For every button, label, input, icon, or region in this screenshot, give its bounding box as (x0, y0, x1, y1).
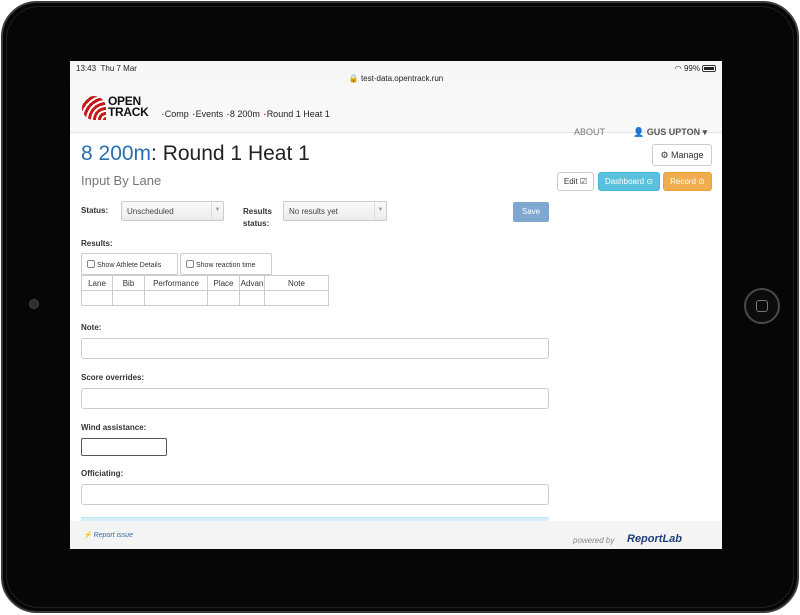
camera (29, 299, 39, 309)
status-right: ◠ 99% (675, 64, 700, 73)
opentrack-logo-icon[interactable] (82, 96, 106, 120)
url-bar[interactable]: 🔒 test-data.opentrack.run (70, 74, 722, 83)
report-issue-link[interactable]: ⚡ Report issue (83, 531, 133, 539)
caret-down-icon: ▾ (702, 127, 708, 137)
user-name: GUS UPTON (646, 127, 701, 137)
event-link[interactable]: 8 200m (81, 142, 151, 165)
cell-note[interactable] (264, 290, 329, 306)
report-issue-label: Report issue (93, 532, 133, 539)
dashboard-label: Dashboard (604, 177, 645, 186)
checkbox-icon[interactable] (87, 260, 95, 268)
home-button[interactable] (744, 288, 780, 324)
edit-button[interactable]: Edit ☑ (557, 172, 594, 191)
record-button[interactable]: Record ⊙ (663, 172, 712, 191)
manage-button[interactable]: ⚙ Manage (652, 144, 712, 166)
save-button[interactable]: Save (513, 202, 549, 222)
status-time-date: 13:43 Thu 7 Mar (76, 64, 137, 73)
col-bib: Bib (112, 275, 145, 291)
status-select[interactable]: Unscheduled ▼ (121, 201, 224, 221)
status-label: Status: (81, 206, 109, 215)
results-status-select[interactable]: No results yet ▼ (283, 201, 387, 221)
edit-icon: ☑ (579, 177, 588, 186)
score-overrides-field[interactable] (81, 388, 549, 409)
wifi-icon: ◠ (674, 64, 682, 73)
results-status-value: No results yet (289, 207, 338, 216)
table-header-row: Lane Bib Performance Place Advan Note (81, 275, 329, 291)
home-square-icon (756, 300, 768, 312)
manage-label: Manage (671, 150, 704, 160)
page-subtitle: Input By Lane (81, 173, 162, 188)
user-menu[interactable]: 👤 GUS UPTON ▾ (633, 127, 707, 138)
logo-text[interactable]: OPEN TRACK (108, 95, 149, 119)
breadcrumb-event[interactable]: 8 200m (227, 109, 260, 119)
status-date: Thu 7 Mar (100, 64, 137, 73)
cell-advance[interactable] (239, 290, 265, 306)
battery-percent: 99% (683, 64, 700, 73)
reportlab-logo[interactable]: ReportLab (627, 533, 682, 545)
wind-assistance-input[interactable] (81, 438, 167, 456)
table-row (81, 290, 329, 306)
status-value: Unscheduled (127, 207, 174, 216)
checkbox-icon[interactable] (186, 260, 194, 268)
record-label: Record (670, 177, 696, 186)
col-lane: Lane (81, 275, 113, 291)
officiating-label: Officiating: (81, 469, 124, 478)
footer: ⚡ Report issue powered by ReportLab (70, 521, 722, 549)
cell-performance[interactable] (144, 290, 208, 306)
cell-place[interactable] (207, 290, 240, 306)
results-label: Results: (81, 239, 113, 248)
url-text: test-data.opentrack.run (360, 74, 444, 83)
breadcrumb-events[interactable]: Events (193, 109, 223, 119)
wind-label: Wind assistance: (81, 423, 147, 432)
col-note: Note (264, 275, 329, 291)
cell-lane[interactable] (81, 290, 113, 306)
logo-line2: TRACK (108, 105, 149, 119)
circle-arrow-icon: ⊙ (698, 177, 705, 186)
score-overrides-label: Score overrides: (81, 373, 145, 382)
battery-icon (702, 65, 716, 72)
show-reaction-time-label: Show reaction time (196, 262, 256, 269)
results-table: Lane Bib Performance Place Advan Note (81, 275, 329, 306)
show-athlete-details-label: Show Athlete Details (97, 262, 162, 269)
results-status-label-1: Results (243, 207, 272, 216)
results-status-label: Results status: (243, 206, 272, 230)
show-reaction-time-toggle[interactable]: Show reaction time (180, 253, 272, 275)
results-status-label-2: status: (243, 219, 270, 228)
bolt-icon: ⚡ (83, 532, 92, 539)
col-advance: Advan (239, 275, 265, 291)
col-performance: Performance (144, 275, 208, 291)
page-title: 8 200m: Round 1 Heat 1 (81, 142, 310, 166)
breadcrumb-heat[interactable]: Round 1 Heat 1 (264, 109, 330, 119)
note-field[interactable] (81, 338, 549, 359)
lock-icon: 🔒 (348, 74, 359, 83)
title-rest: : Round 1 Heat 1 (151, 142, 310, 165)
show-athlete-details-toggle[interactable]: Show Athlete Details (81, 253, 178, 275)
gear-icon: ⚙ (660, 150, 669, 160)
screen: 13:43 Thu 7 Mar 🔒 test-data.opentrack.ru… (70, 61, 722, 549)
col-place: Place (207, 275, 240, 291)
note-label: Note: (81, 323, 102, 332)
circle-arrow-icon: ⊙ (646, 177, 654, 186)
select-caret-icon: ▼ (374, 202, 386, 220)
breadcrumb: Comp Events 8 200m Round 1 Heat 1 (162, 109, 334, 119)
cell-bib[interactable] (112, 290, 145, 306)
nav-about-link[interactable]: ABOUT (574, 127, 605, 137)
officiating-field[interactable] (81, 484, 549, 505)
dashboard-button[interactable]: Dashboard ⊙ (598, 172, 660, 191)
edit-label: Edit (563, 177, 578, 186)
select-caret-icon: ▼ (211, 202, 223, 220)
breadcrumb-comp[interactable]: Comp (162, 109, 189, 119)
user-icon: 👤 (633, 127, 645, 137)
powered-by-text: powered by (573, 536, 615, 545)
status-time: 13:43 (76, 64, 97, 73)
ios-status-bar: 13:43 Thu 7 Mar 🔒 test-data.opentrack.ru… (70, 61, 722, 86)
